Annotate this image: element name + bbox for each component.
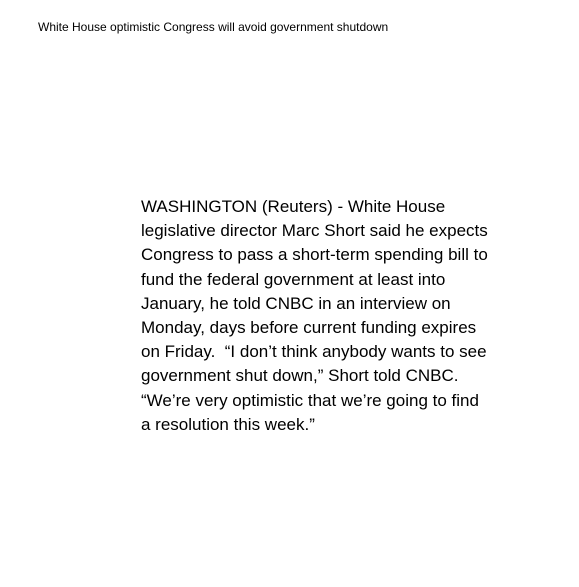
article-body-line: fund the federal government at least int… bbox=[141, 269, 446, 289]
article-body-line: “We’re very optimistic that we’re going … bbox=[141, 390, 479, 410]
article-headline: White House optimistic Congress will avo… bbox=[38, 20, 389, 34]
article-body: WASHINGTON (Reuters) - White House legis… bbox=[141, 195, 546, 437]
article-body-line: WASHINGTON (Reuters) - White House bbox=[141, 197, 446, 216]
article-body-line: legislative director Marc Short said he … bbox=[141, 221, 488, 241]
article-body-line: a resolution this week.” bbox=[141, 414, 315, 434]
article-body-line: Monday, days before current funding expi… bbox=[141, 318, 477, 338]
article-body-line: Congress to pass a short-term spending b… bbox=[141, 245, 488, 265]
article-body-line: January, he told CNBC in an interview on bbox=[141, 293, 451, 313]
article-body-line: government shut down,” Short told CNBC. bbox=[141, 366, 459, 386]
article-body-line: on Friday. “I don’t think anybody wants … bbox=[141, 342, 487, 362]
